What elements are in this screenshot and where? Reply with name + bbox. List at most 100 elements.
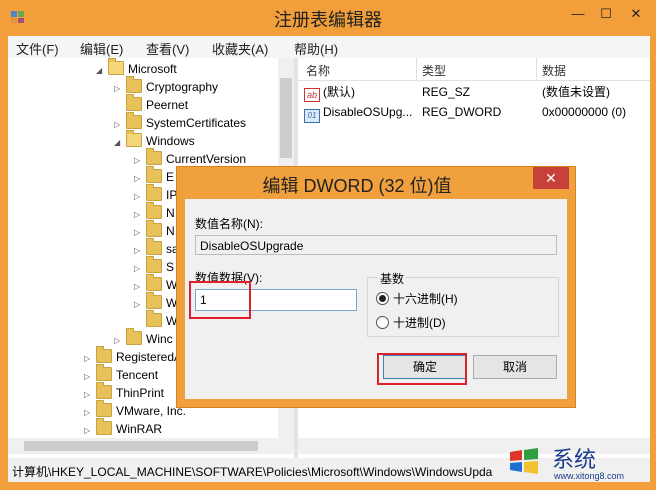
column-separator[interactable] bbox=[536, 58, 537, 80]
cancel-button[interactable]: 取消 bbox=[473, 355, 557, 379]
folder-icon bbox=[126, 112, 142, 129]
folder-icon bbox=[146, 292, 162, 309]
tree-item-label: N bbox=[166, 224, 175, 238]
radio-selected-icon bbox=[376, 292, 389, 305]
column-type-header[interactable]: 类型 bbox=[422, 62, 446, 79]
list-item[interactable]: ab (默认) REG_SZ (数值未设置) bbox=[298, 82, 650, 102]
folder-icon bbox=[146, 166, 162, 183]
folder-icon bbox=[96, 418, 112, 435]
watermark-text: 系统 bbox=[552, 448, 597, 473]
dialog-body: 数值名称(N): DisableOSUpgrade 数值数据(V): 1 基数 … bbox=[185, 199, 567, 399]
tree-item[interactable]: ▷ W bbox=[134, 292, 177, 312]
expanded-arrow-icon[interactable]: ◢ bbox=[96, 62, 106, 80]
highlight-box bbox=[189, 281, 251, 319]
tree-item-label: Winc bbox=[146, 332, 173, 346]
value-type: REG_DWORD bbox=[422, 105, 502, 119]
tree-item-label: Microsoft bbox=[128, 62, 177, 76]
decimal-radio[interactable]: 十进制(D) bbox=[376, 314, 446, 330]
column-name-header[interactable]: 名称 bbox=[306, 62, 330, 79]
dialog-close-button[interactable]: ✕ bbox=[533, 167, 569, 189]
watermark-url: www.xitong8.com bbox=[554, 471, 625, 481]
tree-item-label: ThinPrint bbox=[116, 386, 165, 400]
maximize-button[interactable]: ☐ bbox=[594, 6, 618, 22]
folder-icon bbox=[146, 148, 162, 165]
radio-empty-icon bbox=[376, 316, 389, 329]
folder-icon bbox=[96, 400, 112, 417]
tree-item-label: RegisteredA bbox=[116, 350, 183, 364]
title-bar: 注册表编辑器 — ☐ ✕ bbox=[0, 0, 656, 36]
list-item[interactable]: 01 DisableOSUpg... REG_DWORD 0x00000000 (… bbox=[298, 102, 650, 123]
tree-horizontal-scroll-thumb[interactable] bbox=[24, 441, 258, 451]
highlight-box bbox=[377, 353, 467, 385]
menu-edit[interactable]: 编辑(E) bbox=[80, 39, 123, 58]
menu-file[interactable]: 文件(F) bbox=[16, 39, 59, 58]
folder-icon bbox=[96, 364, 112, 381]
folder-icon bbox=[96, 346, 112, 363]
menu-help[interactable]: 帮助(H) bbox=[294, 39, 338, 58]
tree-item[interactable]: ▷ S bbox=[134, 256, 175, 276]
tree-item[interactable]: ▷ IP bbox=[134, 184, 177, 204]
binary-value-icon: 01 bbox=[304, 109, 320, 123]
tree-item[interactable]: ◢ Microsoft bbox=[96, 58, 177, 80]
menu-view[interactable]: 查看(V) bbox=[146, 39, 189, 58]
tree-item[interactable]: W bbox=[134, 310, 177, 330]
collapsed-arrow-icon[interactable]: ▷ bbox=[84, 422, 94, 438]
tree-item[interactable]: ▷ W bbox=[134, 274, 177, 294]
watermark: 系统 www.xitong8.com bbox=[506, 440, 652, 488]
tree-item[interactable]: ▷ sa bbox=[134, 238, 179, 258]
value-data: (数值未设置) bbox=[542, 85, 610, 99]
value-name: DisableOSUpg... bbox=[323, 105, 413, 119]
folder-icon bbox=[108, 58, 124, 75]
tree-item-label: SystemCertificates bbox=[146, 116, 247, 130]
string-value-icon: ab bbox=[304, 88, 320, 102]
hex-radio[interactable]: 十六进制(H) bbox=[376, 290, 458, 306]
tree-item-label: Tencent bbox=[116, 368, 159, 382]
dialog-title: 编辑 DWORD (32 位)值 bbox=[262, 176, 452, 196]
base-label: 基数 bbox=[378, 270, 407, 287]
edit-dword-dialog: 编辑 DWORD (32 位)值 ✕ 数值名称(N): DisableOSUpg… bbox=[176, 166, 576, 408]
tree-item-label: Cryptography bbox=[146, 80, 219, 94]
tree-item[interactable]: ▷ WinRAR bbox=[84, 418, 163, 438]
folder-icon bbox=[146, 220, 162, 237]
close-button[interactable]: ✕ bbox=[624, 6, 648, 22]
menu-favorites[interactable]: 收藏夹(A) bbox=[212, 39, 268, 58]
decimal-label: 十进制(D) bbox=[393, 316, 446, 330]
folder-icon bbox=[96, 382, 112, 399]
status-path: 计算机\HKEY_LOCAL_MACHINE\SOFTWARE\Policies… bbox=[12, 465, 493, 479]
value-name-label: 数值名称(N): bbox=[195, 217, 263, 231]
windows-logo-icon bbox=[510, 448, 538, 474]
expanded-arrow-icon[interactable]: ◢ bbox=[114, 134, 124, 152]
value-name: (默认) bbox=[323, 85, 355, 99]
column-data-header[interactable]: 数据 bbox=[542, 62, 566, 79]
tree-item[interactable]: ▷ Winc bbox=[114, 328, 173, 348]
tree-item-label: Peernet bbox=[146, 98, 189, 112]
folder-icon bbox=[126, 328, 142, 345]
value-data: 0x00000000 (0) bbox=[542, 105, 627, 119]
tree-item[interactable]: ▷ N bbox=[134, 220, 175, 240]
tree-item-label: E bbox=[166, 170, 175, 184]
folder-icon bbox=[126, 76, 142, 93]
folder-icon bbox=[146, 310, 162, 327]
tree-item[interactable]: ▷ E bbox=[134, 166, 175, 186]
folder-icon bbox=[126, 94, 142, 111]
menu-bar: 文件(F) 编辑(E) 查看(V) 收藏夹(A) 帮助(H) bbox=[8, 36, 650, 58]
folder-icon bbox=[126, 130, 142, 147]
folder-icon bbox=[146, 274, 162, 291]
minimize-button[interactable]: — bbox=[566, 6, 590, 22]
registry-editor-window: 注册表编辑器 — ☐ ✕ 文件(F) 编辑(E) 查看(V) 收藏夹(A) 帮助… bbox=[0, 0, 656, 490]
value-name-field: DisableOSUpgrade bbox=[195, 235, 557, 255]
tree-item-label: CurrentVersion bbox=[166, 152, 247, 166]
value-type: REG_SZ bbox=[422, 85, 471, 99]
hex-label: 十六进制(H) bbox=[393, 292, 458, 306]
tree-item-label: Windows bbox=[146, 134, 195, 148]
tree-vertical-scroll-thumb[interactable] bbox=[280, 78, 292, 158]
tree-item-label: N bbox=[166, 206, 175, 220]
tree-item-label: S bbox=[166, 260, 175, 274]
column-separator[interactable] bbox=[416, 58, 417, 80]
folder-icon bbox=[146, 238, 162, 255]
folder-icon bbox=[146, 256, 162, 273]
tree-item-label: WinRAR bbox=[116, 422, 163, 436]
folder-icon bbox=[146, 202, 162, 219]
tree-item[interactable]: ◢ Windows bbox=[114, 130, 195, 152]
tree-item[interactable]: ▷ N bbox=[134, 202, 175, 222]
